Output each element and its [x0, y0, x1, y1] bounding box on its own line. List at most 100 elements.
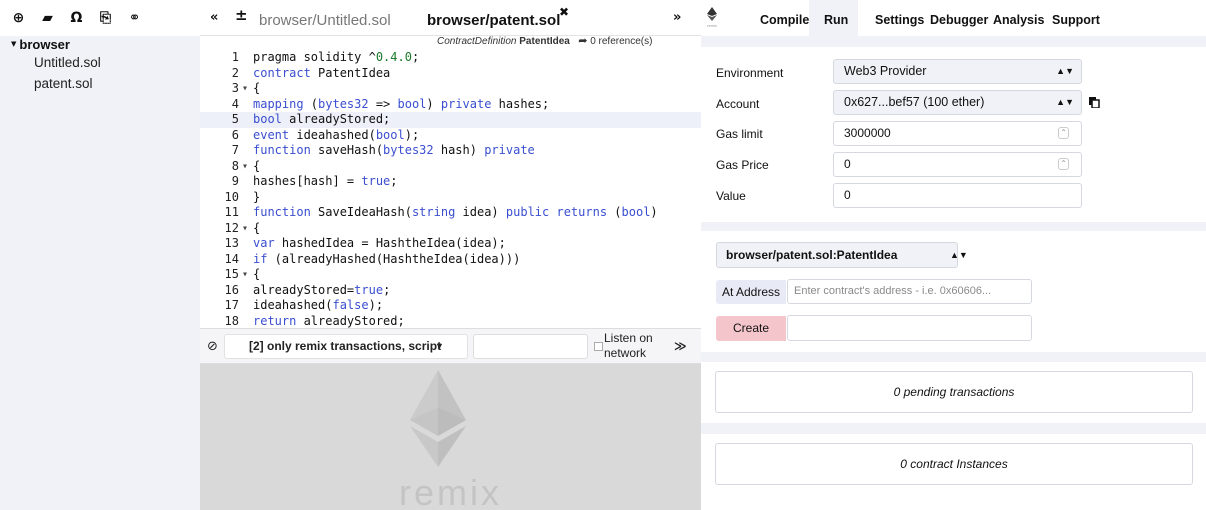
tab-compile[interactable]: Compile	[760, 13, 809, 27]
code-text: event ideahashed(bool);	[253, 127, 420, 142]
number-stepper-icon[interactable]: ⌃	[1058, 158, 1069, 170]
code-line[interactable]: 9 hashes[hash] = true;	[200, 174, 701, 190]
code-line[interactable]: 14 if (alreadyHashed(HashtheIdea(idea)))	[200, 252, 701, 268]
number-stepper-icon[interactable]: ⌃	[1058, 127, 1069, 139]
code-text: {	[253, 81, 261, 95]
select-arrows-icon: ▲▼	[1056, 66, 1074, 76]
value-value: 0	[844, 188, 851, 202]
tree-root-label: browser	[19, 36, 70, 52]
pending-transactions-section: 0 pending transactions	[701, 362, 1206, 423]
code-line[interactable]: 17 ideahashed(false);	[200, 298, 701, 314]
collapse-terminal-icon[interactable]: ≫	[674, 339, 687, 353]
code-line[interactable]: 8 ▾{	[200, 159, 701, 175]
environment-select[interactable]: Web3 Provider ▲▼	[833, 59, 1082, 84]
gas-price-label: Gas Price	[716, 158, 769, 172]
code-text: contract PatentIdea	[253, 65, 391, 80]
code-line[interactable]: 13 var hashedIdea = HashtheIdea(idea);	[200, 236, 701, 252]
listen-on-network-checkbox[interactable]	[594, 342, 603, 351]
file-explorer: ⊕ ▰ Ω ⎘ ⚭ ▼ browser Untitled.sol patent.…	[0, 0, 200, 510]
code-text: function SaveIdeaHash(string idea) publi…	[253, 205, 658, 219]
add-file-icon[interactable]: ⊕	[4, 6, 33, 30]
gas-limit-label: Gas limit	[716, 127, 763, 141]
remix-watermark: remix	[399, 472, 502, 510]
line-number: 9	[231, 174, 239, 188]
clear-console-icon[interactable]: ⊘	[207, 339, 218, 354]
editor-column: « ± browser/Untitled.sol browser/patent.…	[200, 0, 701, 510]
tab-untitled[interactable]: browser/Untitled.sol	[259, 12, 391, 29]
code-line[interactable]: 15 ▾{	[200, 267, 701, 283]
tab-debugger[interactable]: Debugger	[930, 13, 988, 27]
code-line[interactable]: 5 bool alreadyStored;	[200, 112, 701, 128]
terminal-search-input[interactable]	[473, 334, 588, 359]
code-text: }	[253, 189, 261, 204]
transaction-filter-select[interactable]: [2] only remix transactions, script ▼	[224, 334, 468, 359]
file-item-patent[interactable]: patent.sol	[0, 73, 200, 94]
line-number: 2	[231, 65, 239, 80]
gas-limit-input[interactable]: 3000000 ⌃	[833, 121, 1082, 146]
listen-on-network-label: Listen on network	[604, 331, 653, 360]
create-button[interactable]: Create	[716, 316, 786, 341]
explorer-toolbar: ⊕ ▰ Ω ⎘ ⚭	[0, 0, 200, 36]
code-line[interactable]: 4 mapping (bytes32 => bool) private hashe…	[200, 97, 701, 113]
code-line[interactable]: 6 event ideahashed(bool);	[200, 128, 701, 144]
contract-select[interactable]: browser/patent.sol:PatentIdea ▲▼	[716, 242, 968, 268]
tab-settings[interactable]: Settings	[875, 13, 924, 27]
tab-support[interactable]: Support	[1052, 13, 1100, 27]
account-value: 0x627...bef57 (100 ether)	[844, 95, 985, 109]
scroll-tabs-right-icon[interactable]: »	[673, 10, 681, 25]
code-line[interactable]: 3 ▾{	[200, 81, 701, 97]
code-text: ideahashed(false);	[253, 298, 384, 312]
code-line[interactable]: 18 return alreadyStored;	[200, 314, 701, 329]
terminal-console[interactable]: remix	[200, 364, 701, 510]
remix-logo-text: remix	[707, 23, 717, 28]
code-text: mapping (bytes32 => bool) private hashes…	[253, 96, 550, 111]
caret-down-icon[interactable]: ▼	[11, 40, 16, 48]
close-tab-icon[interactable]: ✖	[559, 5, 569, 19]
value-input[interactable]: 0	[833, 183, 1082, 208]
increase-font-icon[interactable]: ±	[235, 6, 248, 24]
gas-price-input[interactable]: 0 ⌃	[833, 152, 1082, 177]
code-editor[interactable]: 1 pragma solidity ^0.4.0; 2 contract Patent…	[200, 50, 701, 328]
line-number: 5	[231, 112, 239, 126]
scroll-tabs-left-icon[interactable]: «	[210, 10, 218, 25]
code-line[interactable]: 7 function saveHash(bytes32 hash) private	[200, 143, 701, 159]
contract-instances-section: 0 contract Instances	[701, 434, 1206, 510]
github-icon[interactable]: Ω	[62, 6, 91, 30]
code-line[interactable]: 11 function SaveIdeaHash(string idea) pub…	[200, 205, 701, 221]
tab-run[interactable]: Run	[824, 13, 848, 27]
code-text: function saveHash(bytes32 hash) private	[253, 143, 535, 157]
contract-select-value: browser/patent.sol:PatentIdea	[726, 248, 898, 262]
context-bar: ContractDefinition PatentIdea ➦ 0 refere…	[437, 34, 652, 47]
account-select[interactable]: 0x627...bef57 (100 ether) ▲▼	[833, 90, 1082, 115]
line-number: 11	[224, 205, 239, 219]
line-number: 4	[231, 96, 239, 111]
at-address-input[interactable]: Enter contract's address - i.e. 0x60606.…	[787, 279, 1032, 304]
code-line[interactable]: 10}	[200, 190, 701, 206]
tree-root-browser[interactable]: ▼ browser	[0, 36, 200, 52]
panel-menu: remix Compile Run Settings Debugger Anal…	[701, 0, 1206, 36]
code-line[interactable]: 1 pragma solidity ^0.4.0;	[200, 50, 701, 66]
editor-tabs: « ± browser/Untitled.sol browser/patent.…	[200, 0, 701, 36]
dropdown-arrow-icon: ▼	[435, 341, 444, 351]
terminal-bar: ⊘ [2] only remix transactions, script ▼ …	[200, 328, 701, 364]
line-number: 6	[231, 127, 239, 142]
references-count[interactable]: 0 reference(s)	[590, 36, 652, 47]
connect-localhost-icon[interactable]: ⚭	[120, 6, 149, 30]
copy-to-gist-icon[interactable]: ⎘	[91, 6, 120, 30]
tab-patent[interactable]: browser/patent.sol	[427, 12, 560, 29]
code-text: return alreadyStored;	[253, 313, 405, 328]
code-line[interactable]: 16 alreadyStored=true;	[200, 283, 701, 299]
code-line[interactable]: 12 ▾{	[200, 221, 701, 237]
tab-analysis[interactable]: Analysis	[993, 13, 1044, 27]
at-address-button[interactable]: At Address	[716, 280, 786, 304]
contract-instances: 0 contract Instances	[715, 443, 1193, 485]
share-arrow-icon: ➦	[578, 34, 588, 47]
file-item-untitled[interactable]: Untitled.sol	[0, 52, 200, 73]
code-line[interactable]: 2 contract PatentIdea	[200, 66, 701, 82]
constructor-args-input[interactable]	[787, 315, 1032, 341]
copy-address-icon[interactable]	[1089, 97, 1100, 108]
environment-value: Web3 Provider	[844, 64, 927, 78]
line-number: 13	[224, 236, 239, 250]
gas-price-value: 0	[844, 157, 851, 171]
open-folder-icon[interactable]: ▰	[33, 6, 62, 30]
